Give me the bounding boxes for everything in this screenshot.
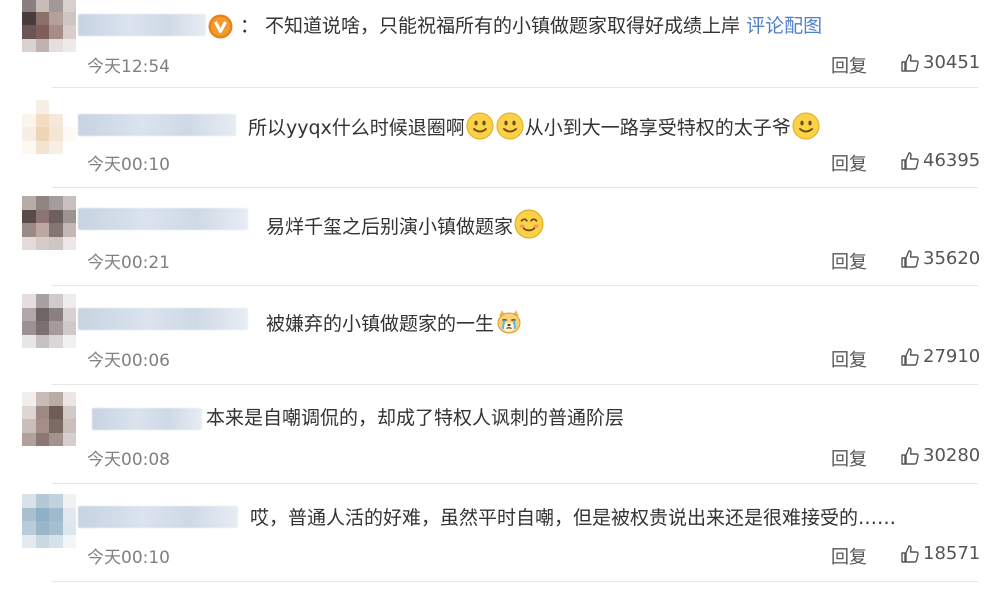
divider (52, 483, 978, 484)
comment-time: 今天00:10 (87, 548, 170, 568)
comment-time: 今天00:10 (87, 155, 170, 175)
comment-text: 易烊千玺之后别演小镇做题家 (266, 209, 545, 239)
comment-body: 易烊千玺之后别演小镇做题家 (266, 216, 514, 238)
thumbs-up-icon (901, 151, 919, 170)
thumbs-up-icon (901, 544, 919, 563)
like-count: 35620 (923, 248, 981, 269)
comment-time: 今天00:08 (87, 450, 170, 470)
username[interactable] (78, 14, 206, 36)
thumbs-up-icon (901, 446, 919, 465)
divider (52, 187, 978, 188)
like-button[interactable]: 27910 (900, 346, 980, 367)
reply-button[interactable]: 回复 (831, 346, 867, 372)
comment-time: 今天00:21 (87, 253, 170, 273)
like-button[interactable]: 18571 (900, 543, 980, 564)
smile-emoji-icon (496, 112, 524, 140)
thumbs-up-icon (901, 249, 919, 268)
like-count: 30280 (923, 445, 981, 466)
comment-body: 哎，普通人活的好难，虽然平时自嘲，但是被权贵说出来还是很难接受的…… (250, 507, 897, 529)
comment-text: 所以yyqx什么时候退圈啊 从小到大一路享受特权的太子爷 (248, 112, 821, 140)
username[interactable] (78, 208, 248, 230)
username[interactable] (78, 114, 236, 136)
like-button[interactable]: 30280 (900, 445, 980, 466)
divider (52, 581, 978, 582)
crying-dog-emoji-icon (497, 310, 521, 334)
comment-body: 从小到大一路享受特权的太子爷 (524, 117, 791, 139)
avatar[interactable] (22, 392, 76, 446)
comment-body: 所以yyqx什么时候退圈啊 (248, 117, 465, 139)
like-count: 46395 (923, 150, 981, 171)
comment-text: 哎，普通人活的好难，虽然平时自嘲，但是被权贵说出来还是很难接受的…… (250, 506, 896, 530)
thumbs-up-icon (901, 347, 919, 366)
smile-emoji-icon (466, 112, 494, 140)
avatar[interactable] (22, 294, 76, 348)
avatar[interactable] (22, 494, 76, 548)
username[interactable] (78, 308, 248, 330)
username[interactable] (78, 506, 238, 528)
divider (52, 384, 978, 385)
smile-emoji-icon (792, 112, 820, 140)
comment-text: 本来是自嘲调侃的，却成了特权人讽刺的普通阶层 (206, 406, 624, 430)
reply-button[interactable]: 回复 (831, 543, 867, 569)
reply-button[interactable]: 回复 (831, 445, 867, 471)
username[interactable] (92, 408, 202, 430)
like-button[interactable]: 30451 (900, 52, 980, 73)
like-count: 18571 (923, 543, 981, 564)
like-count: 27910 (923, 346, 981, 367)
comment-body: 本来是自嘲调侃的，却成了特权人讽刺的普通阶层 (206, 407, 625, 429)
verified-badge-icon (208, 14, 233, 39)
reply-button[interactable]: 回复 (831, 248, 867, 274)
avatar[interactable] (22, 100, 76, 154)
divider (52, 285, 978, 286)
blush-emoji-icon (514, 209, 544, 239)
comment-time: 今天00:06 (87, 351, 170, 371)
like-button[interactable]: 35620 (900, 248, 980, 269)
divider (52, 87, 978, 88)
avatar[interactable] (22, 196, 76, 250)
comment-text: 被嫌弃的小镇做题家的一生 (266, 308, 524, 336)
like-button[interactable]: 46395 (900, 150, 980, 171)
reply-button[interactable]: 回复 (831, 150, 867, 176)
reply-button[interactable]: 回复 (831, 52, 867, 78)
comment-text: ： 不知道说啥，只能祝福所有的小镇做题家取得好成绩上岸 评论配图 (240, 14, 822, 38)
view-image-link[interactable]: 评论配图 (746, 15, 822, 37)
like-count: 30451 (923, 52, 981, 73)
thumbs-up-icon (901, 53, 919, 72)
comment-body: ： 不知道说啥，只能祝福所有的小镇做题家取得好成绩上岸 (240, 15, 741, 37)
comment-body: 被嫌弃的小镇做题家的一生 (266, 313, 495, 335)
comment-time: 今天12:54 (87, 57, 170, 77)
avatar[interactable] (22, 0, 76, 52)
